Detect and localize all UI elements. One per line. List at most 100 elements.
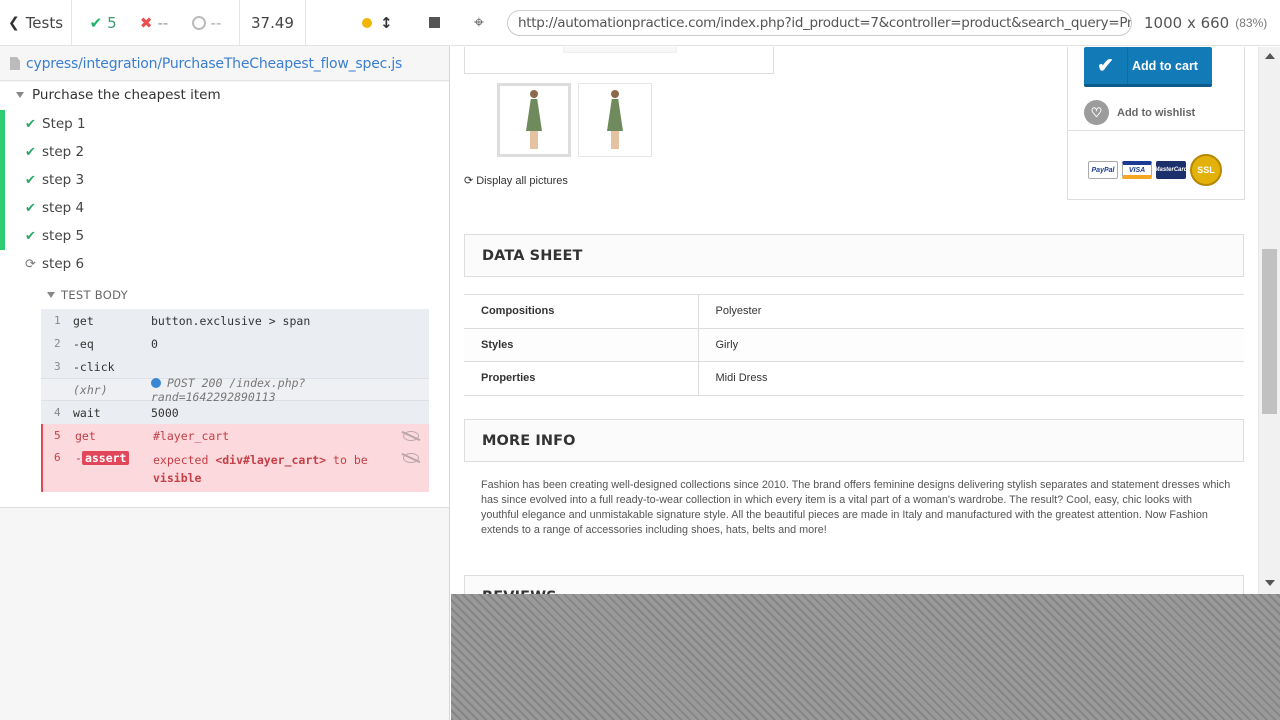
command-name: - assert <box>75 451 153 465</box>
pass-bar <box>0 138 5 166</box>
aut-scrollbar[interactable] <box>1258 47 1280 594</box>
table-cell-value: Midi Dress <box>698 361 1244 396</box>
test-step-6[interactable]: ⟳ step 6 <box>0 250 449 278</box>
tests-label: Tests <box>25 13 64 32</box>
test-step-2[interactable]: ✔ step 2 <box>0 138 449 166</box>
table-cell-key: Styles <box>464 327 699 362</box>
status-bar <box>0 250 5 278</box>
refresh-icon: ⟳ <box>464 175 474 187</box>
command-number: 5 <box>54 429 61 442</box>
eye-slash-icon <box>403 430 419 441</box>
payment-logos: PayPal VISA MasterCard SSL <box>1088 154 1222 186</box>
xhr-message: POST 200 /index.php?rand=1642292890113 <box>151 376 429 404</box>
chevron-left-icon: ❮ <box>7 14 20 31</box>
assert-badge: assert <box>81 451 130 465</box>
autoscroll-toggle-icon[interactable]: ↕ <box>380 14 393 32</box>
more-info-heading: MORE INFO <box>464 419 1244 462</box>
dress-image <box>524 90 544 150</box>
scroll-down-icon[interactable] <box>1265 580 1275 586</box>
viewport-size[interactable]: 1000 x 660 <box>1144 14 1229 32</box>
failed-assert-row[interactable]: 6 - assert expected <div#layer_cart> to b… <box>41 447 429 492</box>
tests-button[interactable]: ❮ Tests <box>0 0 72 45</box>
xhr-row[interactable]: (xhr) POST 200 /index.php?rand=164229289… <box>41 376 429 404</box>
table-cell-key: Properties <box>464 361 699 396</box>
run-controls: ↕ <box>306 0 450 45</box>
assert-to-be: to be <box>333 453 368 467</box>
product-main-image[interactable] <box>464 47 774 74</box>
display-all-pictures-link[interactable]: ⟳ Display all pictures <box>464 174 568 188</box>
reporter-header: ❮ Tests ✔ 5 ✖ -- -- 37.49 ↕ <box>0 0 450 46</box>
scroll-up-icon[interactable] <box>1265 53 1275 59</box>
test-step-label: step 3 <box>42 172 85 188</box>
url-bar[interactable]: http://automationpractice.com/index.php?… <box>507 9 1132 36</box>
test-step-5[interactable]: ✔ step 5 <box>0 222 449 250</box>
aut-empty-area <box>451 594 1280 720</box>
product-thumbnail-2[interactable] <box>578 83 652 157</box>
test-step-label: Step 1 <box>42 116 86 132</box>
command-number: 4 <box>54 406 61 419</box>
failed-count: -- <box>157 13 169 32</box>
visa-logo: VISA <box>1122 161 1152 179</box>
add-to-cart-label: Add to cart <box>1132 58 1198 73</box>
test-body-label: TEST BODY <box>61 288 128 302</box>
command-name: -eq <box>73 336 94 351</box>
add-to-cart-button[interactable]: ✔ Add to cart <box>1084 47 1212 87</box>
add-to-wishlist-link[interactable]: ♡ Add to wishlist <box>1084 100 1195 125</box>
command-row[interactable]: 1 get button.exclusive > span <box>41 309 429 332</box>
data-sheet-heading: DATA SHEET <box>464 234 1244 277</box>
pending-stat[interactable]: -- <box>191 13 222 32</box>
eye-slash-icon <box>403 453 419 463</box>
command-row[interactable]: 4 wait 5000 <box>41 401 429 424</box>
display-all-label: Display all pictures <box>476 174 568 187</box>
assert-subject: <div#layer_cart> <box>215 453 327 467</box>
command-name: (xhr) <box>73 382 108 397</box>
test-step-1[interactable]: ✔ Step 1 <box>0 110 449 138</box>
divider <box>1068 130 1244 131</box>
spec-path-link[interactable]: cypress/integration/PurchaseTheCheapest_… <box>26 56 402 72</box>
check-icon: ✔ <box>25 172 36 188</box>
failed-command-row[interactable]: 5 get #layer_cart <box>41 424 429 447</box>
test-step-label: step 4 <box>42 200 85 216</box>
table-cell-value: Girly <box>698 327 1244 362</box>
xhr-message-text: POST 200 /index.php?rand=1642292890113 <box>151 375 306 404</box>
refresh-icon: ⟳ <box>25 256 36 272</box>
suite-runnable: Purchase the cheapest item ✔ Step 1 ✔ st… <box>0 82 449 508</box>
test-step-3[interactable]: ✔ step 3 <box>0 166 449 194</box>
more-info-text: Fashion has been creating well-designed … <box>481 479 1231 536</box>
product-thumbnail-1[interactable] <box>497 83 571 157</box>
paypal-logo: PayPal <box>1088 161 1118 179</box>
command-message: #layer_cart <box>153 428 230 443</box>
x-icon: ✖ <box>139 13 153 32</box>
test-stats: ✔ 5 ✖ -- -- <box>72 0 240 45</box>
spec-bar: cypress/integration/PurchaseTheCheapest_… <box>0 47 449 81</box>
main-image-inner <box>563 47 677 53</box>
failed-stat[interactable]: ✖ -- <box>140 14 168 32</box>
command-log: 1 get button.exclusive > span 2 -eq 0 3 … <box>41 309 429 492</box>
stop-button[interactable] <box>428 17 440 28</box>
selector-playground-icon[interactable]: ⌖ <box>451 12 507 33</box>
test-body-toggle[interactable]: TEST BODY <box>47 288 128 302</box>
test-step-4[interactable]: ✔ step 4 <box>0 194 449 222</box>
file-icon <box>10 57 20 70</box>
passed-stat[interactable]: ✔ 5 <box>90 14 117 32</box>
table-row: Styles Girly <box>464 327 1244 362</box>
check-icon: ✔ <box>25 200 36 216</box>
reviews-heading: REVIEWS <box>464 575 1244 594</box>
dress-image <box>605 90 625 150</box>
command-message: button.exclusive > span <box>151 313 311 328</box>
duration: 37.49 <box>240 0 306 45</box>
test-step-label: step 5 <box>42 228 85 244</box>
table-cell-key: Compositions <box>464 294 699 329</box>
pass-bar <box>0 166 5 194</box>
suite-title[interactable]: Purchase the cheapest item <box>16 87 221 103</box>
command-number: 2 <box>54 337 61 350</box>
command-name: -click <box>73 359 115 374</box>
command-message: 5000 <box>151 405 179 420</box>
command-row[interactable]: 2 -eq 0 <box>41 332 429 355</box>
scroll-thumb[interactable] <box>1262 249 1277 414</box>
check-icon: ✔ <box>25 144 36 160</box>
suite-title-text: Purchase the cheapest item <box>32 87 221 103</box>
pending-count: -- <box>210 13 222 32</box>
aut-iframe: ⟳ Display all pictures ✔ Add to cart ♡ A… <box>451 47 1280 594</box>
assert-visible: visible <box>153 471 202 485</box>
